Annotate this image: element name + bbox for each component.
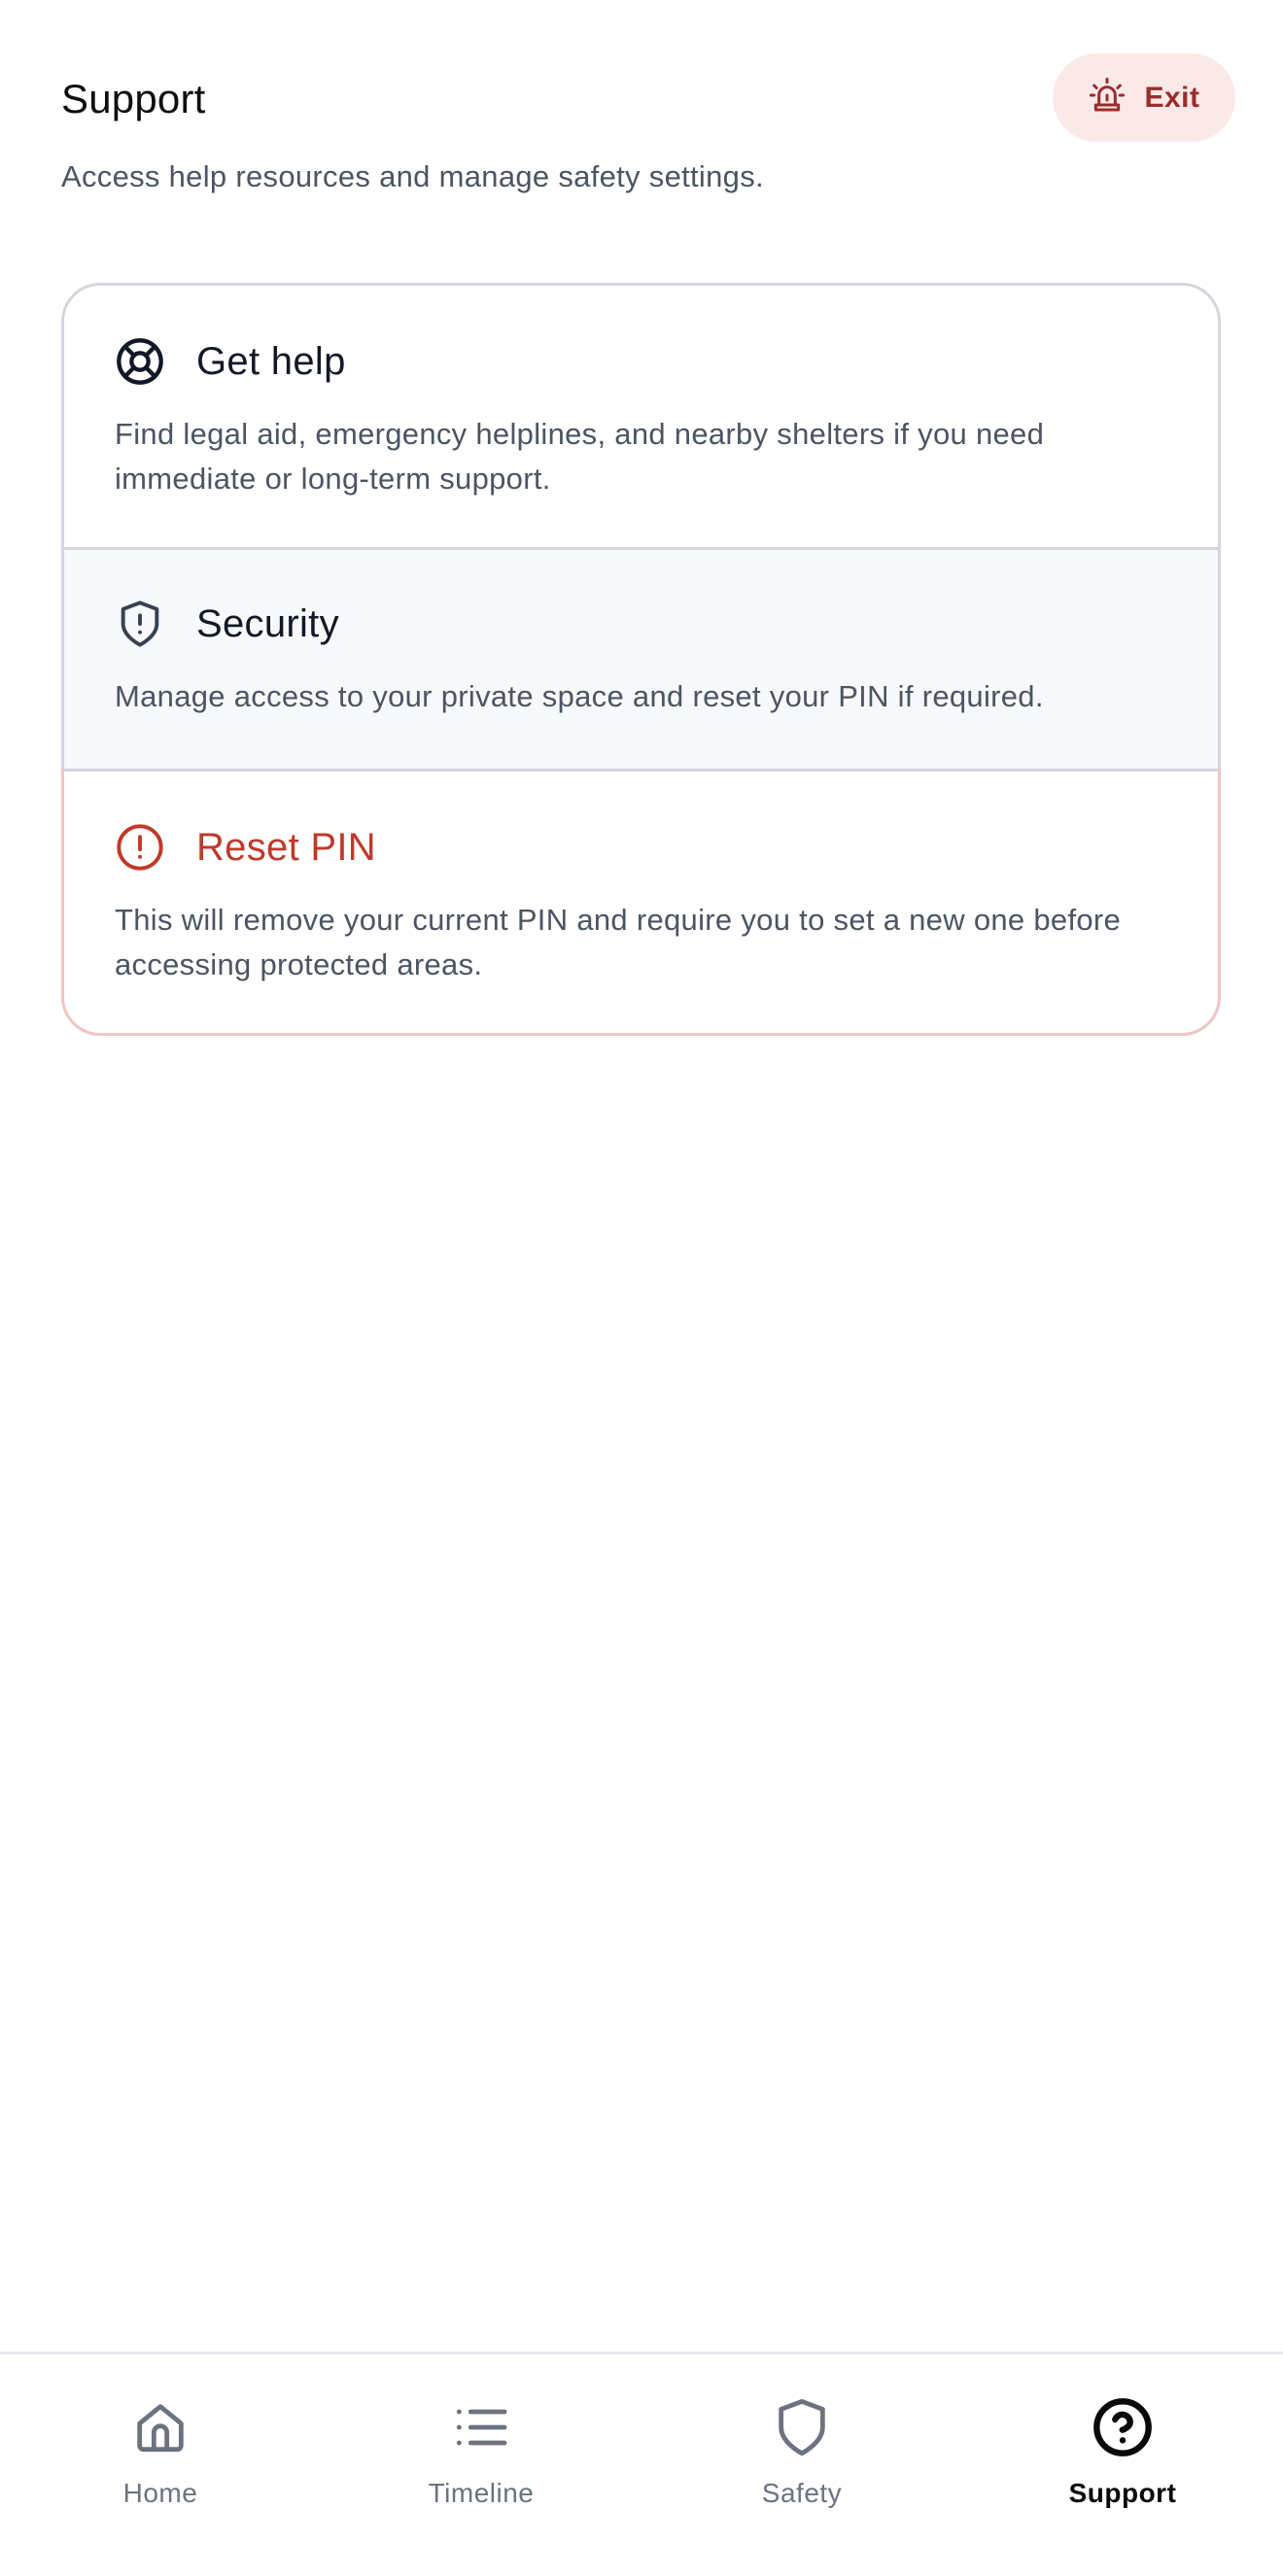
get-help-item[interactable]: Get help Find legal aid, emergency helpl… bbox=[64, 286, 1218, 550]
security-item[interactable]: Security Manage access to your private s… bbox=[64, 550, 1218, 772]
home-icon bbox=[129, 2396, 191, 2458]
nav-label-home: Home bbox=[122, 2478, 198, 2508]
shield-icon bbox=[771, 2396, 833, 2458]
reset-pin-item[interactable]: Reset PIN This will remove your current … bbox=[64, 772, 1218, 1033]
nav-item-home[interactable]: Home bbox=[0, 2354, 321, 2576]
security-title: Security bbox=[196, 601, 339, 645]
exit-label: Exit bbox=[1144, 81, 1200, 114]
nav-label-safety: Safety bbox=[761, 2478, 843, 2508]
nav-item-timeline[interactable]: Timeline bbox=[321, 2354, 642, 2576]
security-description: Manage access to your private space and … bbox=[115, 679, 1044, 713]
reset-pin-description: This will remove your current PIN and re… bbox=[115, 903, 1122, 981]
bottom-nav: Home Timeline Safety Support bbox=[0, 2352, 1283, 2576]
list-icon bbox=[450, 2396, 512, 2458]
siren-icon bbox=[1088, 76, 1127, 120]
get-help-description: Find legal aid, emergency helplines, and… bbox=[115, 417, 1045, 496]
page-subtitle: Access help resources and manage safety … bbox=[61, 159, 764, 193]
get-help-title: Get help bbox=[196, 339, 346, 383]
nav-label-timeline: Timeline bbox=[428, 2478, 535, 2508]
reset-pin-title: Reset PIN bbox=[196, 825, 376, 869]
help-circle-icon bbox=[1092, 2396, 1154, 2458]
nav-label-support: Support bbox=[1068, 2478, 1177, 2508]
lifebuoy-icon bbox=[115, 336, 165, 387]
page-title: Support bbox=[61, 76, 206, 121]
support-options-card: Get help Find legal aid, emergency helpl… bbox=[61, 283, 1221, 1036]
alert-circle-icon bbox=[115, 822, 165, 873]
nav-item-safety[interactable]: Safety bbox=[642, 2354, 962, 2576]
shield-alert-icon bbox=[115, 599, 165, 649]
nav-item-support[interactable]: Support bbox=[962, 2354, 1283, 2576]
exit-button[interactable]: Exit bbox=[1053, 53, 1235, 142]
support-page: Support Access help resources and manage… bbox=[0, 0, 1283, 2576]
